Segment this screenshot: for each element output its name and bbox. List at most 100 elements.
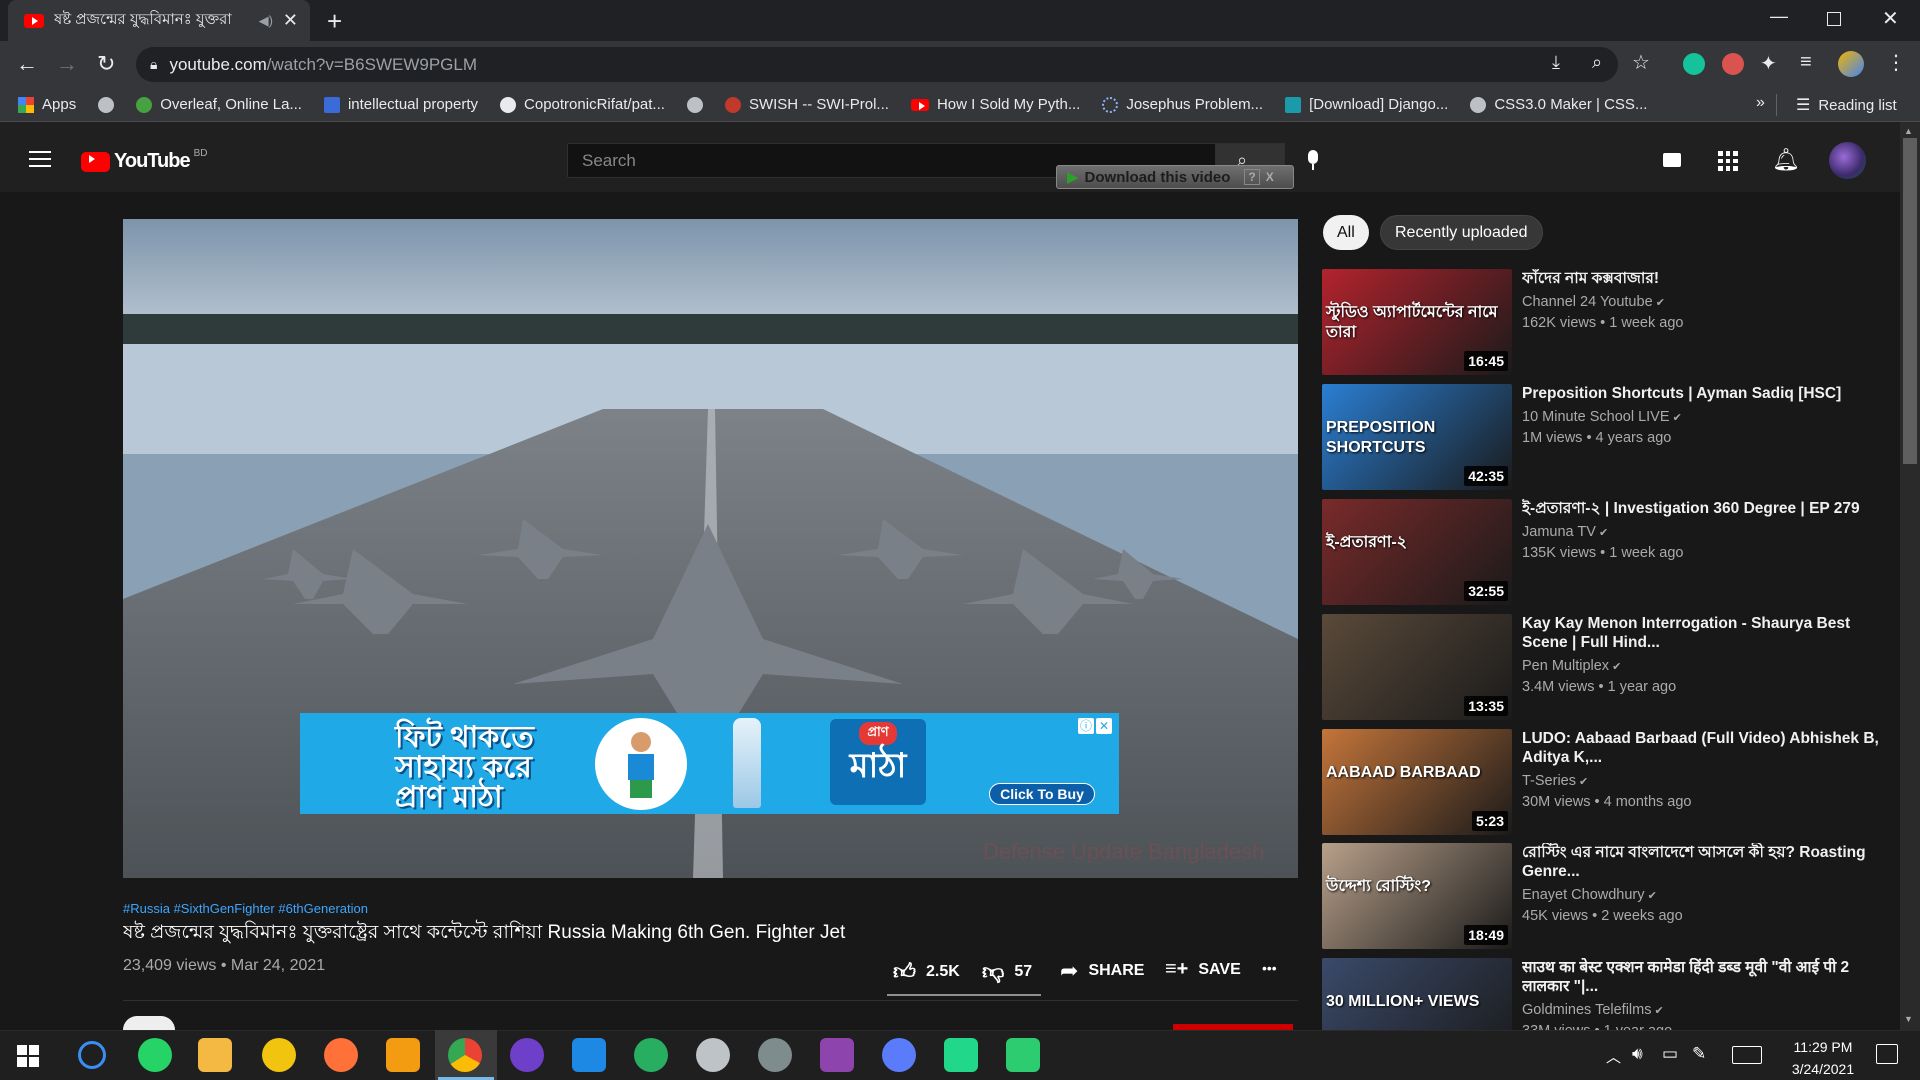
address-bar[interactable]: 🔒︎ youtube.com/watch?v=B6SWEW9PGLM — [136, 47, 1618, 82]
recommendation-channel[interactable]: Jamuna TV ✔ — [1522, 522, 1882, 543]
recommendation-item[interactable]: 13:35 Kay Kay Menon Interrogation - Shaur… — [1322, 614, 1882, 720]
microphone-icon[interactable] — [1305, 150, 1321, 172]
recommendation-item[interactable]: PREPOSITION SHORTCUTS 42:35 Preposition Sh… — [1322, 384, 1882, 490]
ad-cta-button[interactable]: Click To Buy — [989, 783, 1095, 805]
recommendation-channel[interactable]: Goldmines Telefilms ✔ — [1522, 1000, 1882, 1021]
zoom-icon[interactable]: ⌕ — [1592, 52, 1602, 73]
whatsapp-icon[interactable] — [138, 1038, 172, 1072]
grammarly-icon[interactable] — [1683, 53, 1705, 75]
scrollbar-thumb[interactable] — [1903, 138, 1917, 464]
file-explorer-icon[interactable] — [198, 1038, 232, 1072]
bookmark-django[interactable]: [Download] Django... — [1285, 96, 1448, 113]
extensions-puzzle-icon[interactable]: ✦ — [1760, 51, 1777, 76]
back-icon[interactable]: ← — [16, 51, 38, 77]
recommendation-title[interactable]: ই-প্রতারণা-২ | Investigation 360 Degree … — [1522, 499, 1882, 518]
keyboard-icon[interactable] — [1732, 1046, 1762, 1064]
download-video-button[interactable]: ▶ Download this video ? X — [1056, 165, 1294, 189]
audio-playing-icon[interactable]: ◀) — [259, 13, 273, 29]
chip-all[interactable]: All — [1323, 215, 1369, 250]
recommendation-title[interactable]: साउथ का बेस्ट एक्शन कामेडा हिंदी डब्ड मू… — [1522, 958, 1882, 996]
search-cortana-icon[interactable] — [78, 1041, 106, 1069]
app-tile-icon[interactable] — [386, 1038, 420, 1072]
bookmark-josephus[interactable]: Josephus Problem... — [1102, 96, 1263, 113]
more-actions-icon[interactable]: ••• — [1262, 960, 1277, 976]
ad-overlay-banner[interactable]: ফিট থাকতে সাহায্য করে প্রাণ মাঠা প্রাণ ম… — [300, 713, 1119, 814]
scroll-down-icon[interactable]: ▼ — [1904, 1014, 1913, 1024]
bookmark-globe-2[interactable] — [686, 96, 703, 113]
bookmark-intellectual-property[interactable]: intellectual property — [323, 96, 478, 113]
recommendation-title[interactable]: ফাঁদের নাম কক্সবাজার! — [1522, 269, 1882, 288]
new-tab-icon[interactable]: + — [327, 6, 342, 37]
download-close-icon[interactable]: X — [1266, 170, 1274, 184]
bookmark-globe[interactable] — [98, 96, 115, 113]
recommendation-thumbnail[interactable]: 13:35 — [1322, 614, 1512, 720]
bookmark-overleaf[interactable]: Overleaf, Online La... — [136, 96, 302, 113]
chip-recently-uploaded[interactable]: Recently uploaded — [1380, 215, 1543, 250]
bookmark-css3-maker[interactable]: CSS3.0 Maker | CSS... — [1470, 96, 1647, 113]
app-shield-icon[interactable] — [262, 1038, 296, 1072]
pycharm-icon[interactable] — [944, 1038, 978, 1072]
ad-close-icon[interactable]: ✕ — [1096, 718, 1112, 734]
dislike-button[interactable]: 👎︎ 57 — [982, 958, 1032, 985]
recommendation-thumbnail[interactable]: উদ্দেশ্য রোস্টিং? 18:49 — [1322, 843, 1512, 949]
tray-overflow-icon[interactable]: ︿ — [1606, 1046, 1621, 1067]
visual-studio-icon[interactable] — [820, 1038, 854, 1072]
bookmark-github[interactable]: CopotronicRifat/pat... — [500, 96, 665, 113]
restore-icon[interactable] — [1827, 12, 1841, 26]
chrome-icon[interactable] — [448, 1038, 482, 1072]
pen-icon[interactable]: ✎ — [1692, 1044, 1706, 1064]
video-hashtags[interactable]: #Russia #SixthGenFighter #6thGeneration — [123, 901, 368, 916]
firefox-icon[interactable] — [324, 1038, 358, 1072]
download-help-icon[interactable]: ? — [1244, 169, 1260, 185]
forward-icon[interactable]: → — [56, 51, 78, 77]
scroll-up-icon[interactable]: ▲ — [1904, 126, 1913, 136]
recommendation-thumbnail[interactable]: AABAAD BARBAAD 5:23 — [1322, 729, 1512, 835]
network-icon[interactable]: ▭ — [1662, 1044, 1678, 1064]
install-app-icon[interactable]: ⤓ — [1552, 52, 1560, 73]
profile-avatar[interactable] — [1838, 51, 1864, 77]
bookmark-apps[interactable]: Apps — [18, 96, 76, 113]
recommendation-thumbnail[interactable]: স্টুডিও অ্যাপার্টমেন্টের নামে তারা 16:45 — [1322, 269, 1512, 375]
recommendation-channel[interactable]: 10 Minute School LIVE ✔ — [1522, 407, 1882, 428]
account-avatar[interactable] — [1829, 142, 1866, 179]
minimize-icon[interactable]: — — [1770, 6, 1788, 27]
volume-icon[interactable]: 🔊︎ — [1632, 1044, 1643, 1064]
vscode-icon[interactable] — [572, 1038, 606, 1072]
windows-start-icon[interactable] — [17, 1045, 39, 1067]
recommendation-title[interactable]: Kay Kay Menon Interrogation - Shaurya Be… — [1522, 614, 1882, 652]
recommendation-title[interactable]: রোস্টিং এর নামে বাংলাদেশে আসলে কী হয়? R… — [1522, 843, 1882, 881]
app-globe-icon[interactable] — [634, 1038, 668, 1072]
github-desktop-icon[interactable] — [510, 1038, 544, 1072]
recommendation-channel[interactable]: T-Series ✔ — [1522, 771, 1882, 792]
browser-tab-active[interactable]: ষষ্ট প্রজন্মের যুদ্ধবিমানঃ যুক্তরা ◀) ✕ — [8, 0, 310, 41]
recommendation-title[interactable]: Preposition Shortcuts | Ayman Sadiq [HSC… — [1522, 384, 1882, 403]
window-close-icon[interactable]: ✕ — [1882, 6, 1899, 31]
recommendation-channel[interactable]: Pen Multiplex ✔ — [1522, 656, 1882, 677]
bookmark-swish[interactable]: SWISH -- SWI-Prol... — [724, 96, 889, 113]
recommendation-thumbnail[interactable]: ই-প্রতারণা-২ 32:55 — [1322, 499, 1512, 605]
share-button[interactable]: ➦ SHARE — [1060, 958, 1144, 984]
chrome-menu-icon[interactable]: ⋮ — [1886, 50, 1906, 75]
app-network-icon[interactable] — [696, 1038, 730, 1072]
tab-close-icon[interactable]: ✕ — [283, 10, 298, 31]
clock[interactable]: 11:29 PM 3/24/2021 — [1778, 1036, 1868, 1080]
bookmarks-overflow-button[interactable]: » — [1756, 94, 1765, 112]
recommendation-item[interactable]: ই-প্রতারণা-২ 32:55 ই-প্রতারণা-২ | Investig… — [1322, 499, 1882, 605]
recommendation-item[interactable]: উদ্দেশ্য রোস্টিং? 18:49 রোস্টিং এর নামে বা… — [1322, 843, 1882, 949]
recommendation-thumbnail[interactable]: PREPOSITION SHORTCUTS 42:35 — [1322, 384, 1512, 490]
hamburger-menu-icon[interactable] — [29, 151, 51, 167]
reload-icon[interactable]: ↻ — [97, 51, 115, 77]
apps-grid-icon[interactable] — [1718, 151, 1738, 171]
bookmark-youtube[interactable]: How I Sold My Pyth... — [910, 96, 1080, 113]
media-control-icon[interactable]: ≡ — [1800, 51, 1812, 74]
recommendation-channel[interactable]: Channel 24 Youtube ✔ — [1522, 292, 1882, 313]
recommendation-channel[interactable]: Enayet Chowdhury ✔ — [1522, 885, 1882, 906]
save-button[interactable]: ≡+ SAVE — [1165, 958, 1241, 981]
recommendation-item[interactable]: AABAAD BARBAAD 5:23 LUDO: Aabaad Barbaad (… — [1322, 729, 1882, 835]
like-button[interactable]: 👍︎ 2.5K — [893, 958, 960, 985]
youtube-logo[interactable]: YouTube BD — [81, 148, 207, 173]
notification-center-icon[interactable] — [1876, 1044, 1898, 1064]
extension-icon[interactable] — [1722, 53, 1744, 75]
recommendation-title[interactable]: LUDO: Aabaad Barbaad (Full Video) Abhish… — [1522, 729, 1882, 767]
lock-icon[interactable]: 🔒︎ — [150, 56, 157, 73]
